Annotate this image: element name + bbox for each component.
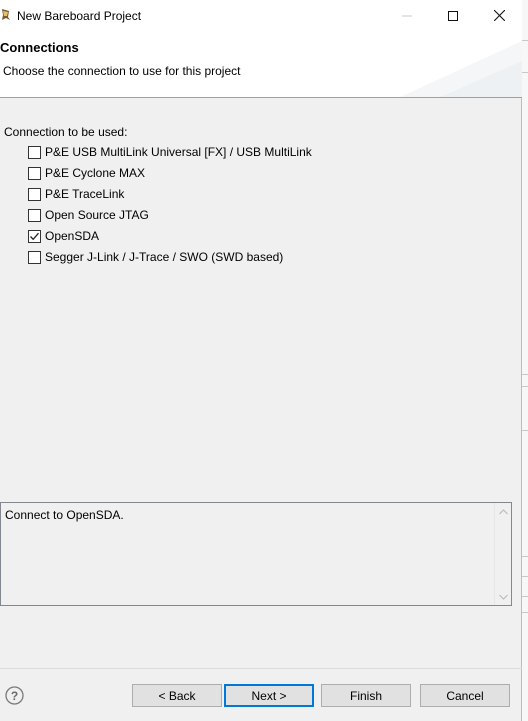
checkbox[interactable] bbox=[28, 208, 41, 222]
divider bbox=[522, 386, 528, 387]
connection-option-pe-usb-multilink[interactable]: P&E USB MultiLink Universal [FX] / USB M… bbox=[28, 144, 312, 160]
back-button[interactable]: < Back bbox=[132, 684, 222, 707]
close-icon bbox=[493, 10, 505, 21]
divider bbox=[522, 556, 528, 557]
connection-option-segger-jlink[interactable]: Segger J-Link / J-Trace / SWO (SWD based… bbox=[28, 249, 283, 265]
connection-description-text: Connect to OpenSDA. bbox=[5, 508, 124, 522]
connection-option-open-source-jtag[interactable]: Open Source JTAG bbox=[28, 207, 149, 223]
divider bbox=[522, 596, 528, 597]
cancel-button[interactable]: Cancel bbox=[420, 684, 510, 707]
option-label: Open Source JTAG bbox=[45, 208, 149, 222]
connection-label: Connection to be used: bbox=[4, 125, 128, 139]
wizard-content: Connection to be used: P&E USB MultiLink… bbox=[0, 98, 522, 668]
connection-option-opensda[interactable]: OpenSDA bbox=[28, 228, 99, 244]
connection-option-pe-cyclone-max[interactable]: P&E Cyclone MAX bbox=[28, 165, 145, 181]
divider bbox=[522, 612, 528, 613]
svg-text:?: ? bbox=[11, 689, 18, 703]
help-icon: ? bbox=[5, 686, 24, 705]
wizard-header: Connections Choose the connection to use… bbox=[0, 31, 522, 98]
scroll-up-icon[interactable] bbox=[499, 509, 508, 515]
divider bbox=[522, 72, 528, 73]
minimize-icon bbox=[402, 15, 412, 16]
minimize-button[interactable] bbox=[384, 0, 430, 31]
divider bbox=[522, 576, 528, 577]
page-description: Choose the connection to use for this pr… bbox=[3, 64, 241, 78]
new-project-dialog: New Bareboard Project Connections Choose… bbox=[0, 0, 522, 721]
option-label: OpenSDA bbox=[45, 229, 100, 243]
option-label: P&E TraceLink bbox=[45, 187, 125, 201]
divider bbox=[522, 430, 528, 431]
divider bbox=[522, 374, 528, 375]
divider bbox=[522, 40, 528, 41]
page-title: Connections bbox=[0, 40, 79, 55]
vertical-scrollbar[interactable] bbox=[494, 503, 511, 605]
checkmark-icon bbox=[30, 232, 39, 240]
title-bar: New Bareboard Project bbox=[0, 0, 522, 31]
app-icon bbox=[0, 8, 12, 22]
maximize-button[interactable] bbox=[430, 0, 476, 31]
window-title: New Bareboard Project bbox=[17, 9, 142, 23]
scroll-down-icon[interactable] bbox=[499, 594, 508, 600]
option-label: P&E Cyclone MAX bbox=[45, 166, 146, 180]
connection-description-box[interactable]: Connect to OpenSDA. bbox=[0, 502, 512, 606]
checkbox[interactable] bbox=[28, 250, 41, 264]
finish-button[interactable]: Finish bbox=[321, 684, 411, 707]
background-window-edge bbox=[522, 0, 528, 721]
connection-option-pe-tracelink[interactable]: P&E TraceLink bbox=[28, 186, 124, 202]
header-banner-graphic bbox=[400, 41, 522, 97]
option-label: P&E USB MultiLink Universal [FX] / USB M… bbox=[45, 145, 312, 159]
help-button[interactable]: ? bbox=[5, 686, 24, 705]
checkbox[interactable] bbox=[28, 187, 41, 201]
checkbox[interactable] bbox=[28, 166, 41, 180]
wizard-footer: ? < Back Next > Finish Cancel bbox=[0, 668, 522, 721]
close-button[interactable] bbox=[476, 0, 522, 31]
maximize-icon bbox=[448, 10, 458, 21]
checkbox-checked[interactable] bbox=[28, 229, 41, 243]
option-label: Segger J-Link / J-Trace / SWO (SWD based… bbox=[45, 250, 284, 264]
checkbox[interactable] bbox=[28, 145, 41, 159]
next-button[interactable]: Next > bbox=[224, 684, 314, 707]
